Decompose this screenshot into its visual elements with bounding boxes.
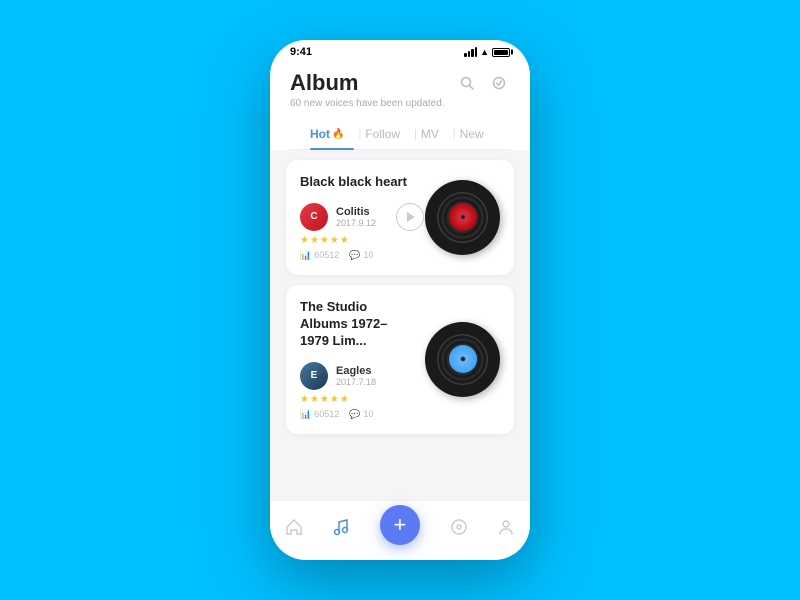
play-button-1[interactable] xyxy=(396,203,424,231)
status-bar: 9:41 ▲ xyxy=(270,40,530,62)
plays-icon-1: 📊 xyxy=(300,250,311,261)
check-circle-icon[interactable] xyxy=(488,72,510,94)
comments-icon-1: 💬 xyxy=(349,250,360,261)
status-time: 9:41 xyxy=(290,46,312,58)
comments-stat-1: 💬 10 xyxy=(349,250,373,261)
battery-icon xyxy=(492,48,510,57)
plays-icon-2: 📊 xyxy=(300,409,311,420)
tab-separator-1: | xyxy=(354,128,365,140)
vinyl-hole-1 xyxy=(460,215,465,220)
vinyl-2 xyxy=(425,322,500,397)
nav-music[interactable] xyxy=(332,518,350,536)
card-stats-2: 📊 60512 💬 10 xyxy=(300,409,408,420)
header-top: Album xyxy=(290,70,510,96)
page-title: Album xyxy=(290,70,358,96)
header-icons xyxy=(456,72,510,94)
bottom-nav: + xyxy=(270,500,530,560)
nav-home[interactable] xyxy=(285,518,303,536)
card-info-2: The Studio Albums 1972–1979 Lim... E Eag… xyxy=(300,299,408,420)
plays-stat-1: 📊 60512 xyxy=(300,250,339,261)
comments-icon-2: 💬 xyxy=(349,409,360,420)
release-date-2: 2017.7.18 xyxy=(336,377,376,387)
tab-follow[interactable]: Follow xyxy=(365,119,410,149)
wifi-icon: ▲ xyxy=(480,47,489,57)
stars-1: ★★★★★ xyxy=(300,235,408,246)
stars-2: ★★★★★ xyxy=(300,394,408,405)
artist-name-1: Colitis xyxy=(336,206,376,218)
nav-profile[interactable] xyxy=(497,518,515,536)
artist-details-1: Colitis 2017.9.12 xyxy=(336,206,376,228)
artist-row-1: C Colitis 2017.9.12 xyxy=(300,203,408,231)
artist-row-2: E Eagles 2017.7.18 xyxy=(300,362,408,390)
signal-icon xyxy=(464,47,477,57)
comments-stat-2: 💬 10 xyxy=(349,409,373,420)
tab-separator-2: | xyxy=(410,128,421,140)
plays-stat-2: 📊 60512 xyxy=(300,409,339,420)
tabs: Hot 🔥 | Follow | MV | New xyxy=(290,119,510,150)
nav-discover[interactable] xyxy=(450,518,468,536)
search-icon[interactable] xyxy=(456,72,478,94)
artist-avatar-2: E xyxy=(300,362,328,390)
play-triangle-icon xyxy=(407,212,415,222)
tab-new[interactable]: New xyxy=(460,119,494,149)
album-title-1: Black black heart xyxy=(300,174,408,191)
vinyl-hole-2 xyxy=(460,357,465,362)
vinyl-wrapper-1 xyxy=(420,174,500,261)
artist-name-2: Eagles xyxy=(336,365,376,377)
release-date-1: 2017.9.12 xyxy=(336,218,376,228)
status-icons: ▲ xyxy=(464,47,510,57)
album-card-1[interactable]: Black black heart C Colitis 2017.9.12 ★★… xyxy=(286,160,514,275)
tab-separator-3: | xyxy=(449,128,460,140)
phone-container: 9:41 ▲ Album xyxy=(270,40,530,560)
tab-mv[interactable]: MV xyxy=(421,119,449,149)
card-stats-1: 📊 60512 💬 10 xyxy=(300,250,408,261)
tab-hot[interactable]: Hot 🔥 xyxy=(310,119,354,149)
content: Black black heart C Colitis 2017.9.12 ★★… xyxy=(270,150,530,560)
album-title-2: The Studio Albums 1972–1979 Lim... xyxy=(300,299,408,350)
artist-avatar-1: C xyxy=(300,203,328,231)
vinyl-wrapper-2 xyxy=(420,299,500,420)
header: Album 60 new voices have been updated. xyxy=(270,62,530,150)
fire-icon: 🔥 xyxy=(332,129,344,140)
subtitle: 60 new voices have been updated. xyxy=(290,98,510,109)
album-card-2[interactable]: The Studio Albums 1972–1979 Lim... E Eag… xyxy=(286,285,514,434)
card-info-1: Black black heart C Colitis 2017.9.12 ★★… xyxy=(300,174,408,261)
artist-details-2: Eagles 2017.7.18 xyxy=(336,365,376,387)
vinyl-1 xyxy=(425,180,500,255)
nav-fab-button[interactable]: + xyxy=(380,505,420,545)
